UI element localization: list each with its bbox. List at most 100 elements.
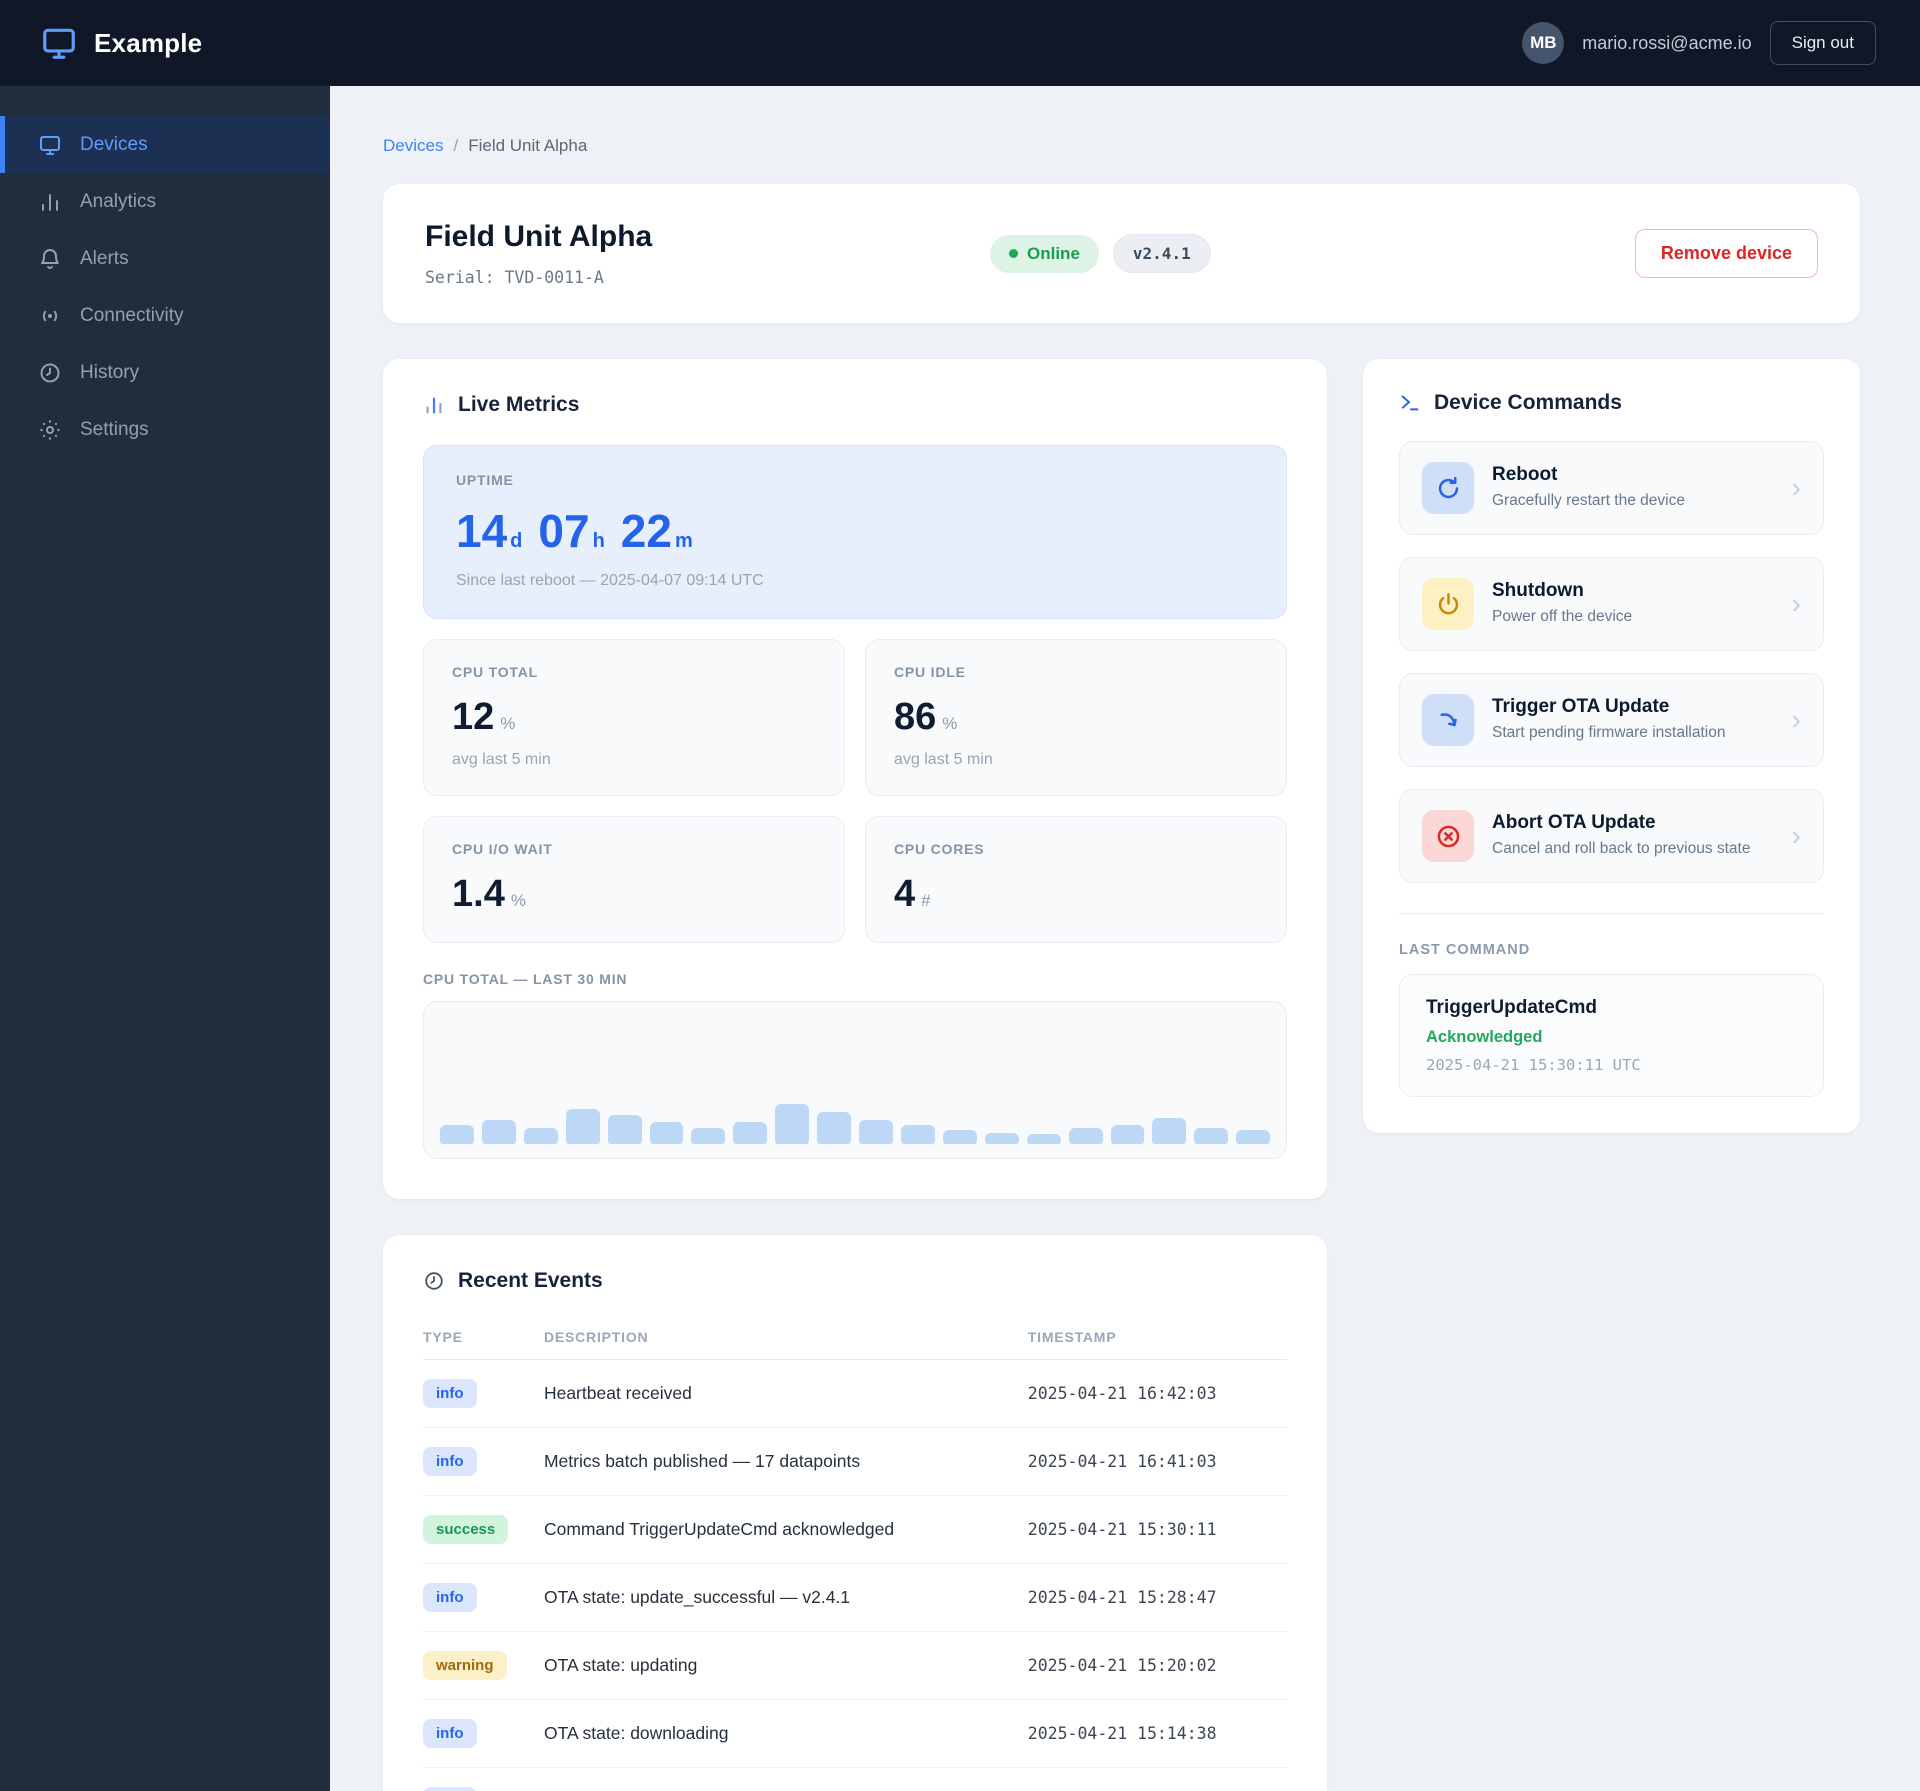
command-abort-ota[interactable]: Abort OTA Update Cancel and roll back to… (1399, 789, 1824, 883)
event-timestamp: 2025-04-21 16:41:03 (1027, 1427, 1287, 1496)
bell-icon (38, 247, 62, 271)
sidebar-item-devices[interactable]: Devices (0, 116, 330, 173)
chart-bar (481, 1120, 516, 1144)
command-trigger-ota[interactable]: Trigger OTA Update Start pending firmwar… (1399, 673, 1824, 767)
avatar[interactable]: MB (1522, 22, 1565, 64)
sidebar-item-label: Analytics (80, 190, 157, 212)
live-metrics-card: Live Metrics UPTIME 14 d 07 h 22 m Since last… (383, 359, 1327, 1199)
signal-icon (38, 304, 62, 328)
breadcrumb: Devices / Field Unit Alpha (383, 136, 1860, 156)
event-type-badge: success (423, 1515, 509, 1544)
sidebar-item-settings[interactable]: Settings (0, 401, 330, 458)
clock-icon (423, 1270, 445, 1292)
metric-tile-cpu-cores: CPU CORES 4 # (865, 816, 1287, 943)
chart-bar (1068, 1128, 1103, 1144)
chart-bar (440, 1124, 474, 1144)
uptime-subtext: Since last reboot — 2025-04-07 09:14 UTC (456, 572, 764, 589)
sidebar-item-alerts[interactable]: Alerts (0, 230, 330, 287)
command-shutdown[interactable]: Shutdown Power off the device › (1399, 557, 1824, 651)
metric-tile-cpu-total: CPU TOTAL 12% avg last 5 min (423, 639, 845, 796)
chart-bar (691, 1128, 726, 1144)
event-row: info Metrics batch published — 17 datapoi… (423, 1427, 1287, 1496)
chevron-right-icon: › (1791, 820, 1801, 851)
breadcrumb-devices-link[interactable]: Devices (383, 136, 443, 156)
event-description: OTA state: updating (543, 1631, 1028, 1700)
column-header-description: DESCRIPTION (543, 1315, 1028, 1360)
command-reboot[interactable]: Reboot Gracefully restart the device › (1399, 441, 1824, 535)
event-type-badge: warning (423, 1651, 507, 1680)
event-row: warning OTA state: updating 2025-04-21 15:… (423, 1631, 1287, 1700)
event-description: OTA state: update_available — v2.4.1 (544, 1768, 1028, 1791)
gear-icon (38, 418, 62, 442)
monitor-icon (38, 133, 62, 157)
event-row: info OTA state: downloading 2025-04-21 15:… (423, 1699, 1287, 1768)
bar-chart-icon (38, 190, 62, 214)
sidebar-item-analytics[interactable]: Analytics (0, 173, 330, 230)
events-table: TYPE DESCRIPTION TIMESTAMP info Heartbeat… (423, 1315, 1287, 1791)
recent-events-card: Recent Events TYPE DESCRIPTION TIMESTAMP… (383, 1235, 1327, 1791)
last-command-label: LAST COMMAND (1399, 942, 1531, 958)
event-timestamp: 2025-04-21 15:09:55 (1028, 1768, 1287, 1791)
event-row: info OTA state: update_available — v2.4.1… (423, 1768, 1287, 1791)
device-commands-card: Device Commands Reboot Gracefully restar… (1363, 359, 1860, 1133)
page-title: Field Unit Alpha (425, 220, 653, 253)
sidebar: Devices Analytics Alerts Connectivity Hi… (0, 86, 330, 1791)
event-type-badge: info (423, 1379, 477, 1408)
device-header-card: Field Unit Alpha Serial: TVD-0011-A Onli… (383, 184, 1860, 323)
column-header-timestamp: TIMESTAMP (1027, 1315, 1287, 1360)
metric-tile-cpu-iowait: CPU I/O WAIT 1.4% (423, 816, 845, 943)
breadcrumb-separator: / (453, 136, 459, 155)
chart-bar (775, 1104, 810, 1144)
device-serial: Serial: TVD-0011-A (425, 268, 604, 287)
last-command-tile: TriggerUpdateCmd Acknowledged 2025-04-21… (1399, 974, 1824, 1097)
event-description: Command TriggerUpdateCmd acknowledged (543, 1495, 1028, 1564)
breadcrumb-current: Field Unit Alpha (468, 136, 588, 155)
monitor-logo-icon (40, 24, 78, 62)
sidebar-item-history[interactable]: History (0, 344, 330, 401)
sidebar-item-connectivity[interactable]: Connectivity (0, 287, 330, 344)
uptime-label: UPTIME (456, 472, 514, 488)
topbar: Example MB mario.rossi@acme.io Sign out (0, 0, 1920, 86)
chart-bar (817, 1112, 852, 1144)
sidebar-item-label: Alerts (80, 247, 129, 269)
last-command-name: TriggerUpdateCmd (1426, 997, 1598, 1018)
event-timestamp: 2025-04-21 15:20:02 (1027, 1631, 1287, 1700)
last-command-status: Acknowledged (1426, 1028, 1543, 1046)
chart-bar (607, 1115, 642, 1144)
chart-bar (649, 1121, 684, 1144)
chart-bar (1152, 1118, 1187, 1144)
uptime-value: 14 d 07 h 22 m (456, 505, 693, 557)
remove-device-button[interactable]: Remove device (1634, 229, 1818, 278)
event-type-badge: info (423, 1787, 477, 1791)
events-body: info Heartbeat received 2025-04-21 16:42:0… (423, 1359, 1287, 1791)
abort-icon (1422, 810, 1474, 862)
event-timestamp: 2025-04-21 15:30:11 (1027, 1495, 1287, 1564)
event-timestamp: 2025-04-21 15:14:38 (1027, 1699, 1287, 1768)
event-type-badge: info (423, 1583, 477, 1612)
event-row: info OTA state: update_successful — v2.4.… (423, 1563, 1287, 1632)
chart-bar (733, 1121, 768, 1144)
chart-bar (1194, 1128, 1229, 1144)
chart-bar (984, 1132, 1019, 1144)
chart-bar (942, 1129, 977, 1144)
sign-out-button[interactable]: Sign out (1769, 21, 1876, 65)
terminal-icon (1399, 392, 1421, 414)
chart-bar (859, 1120, 893, 1144)
brand: Example (40, 24, 202, 62)
reboot-icon (1422, 462, 1474, 514)
live-metrics-title: Live Metrics (458, 393, 580, 416)
firmware-version-badge: v2.4.1 (1112, 234, 1211, 273)
ota-arrow-icon (1422, 694, 1474, 746)
status-badge: Online (990, 234, 1099, 273)
metric-tile-cpu-idle: CPU IDLE 86% avg last 5 min (865, 639, 1287, 796)
chevron-right-icon: › (1791, 472, 1801, 503)
event-type-badge: info (423, 1719, 477, 1748)
cpu-chart (423, 1001, 1287, 1159)
sidebar-item-label: Settings (80, 418, 149, 440)
chart-bar (900, 1124, 935, 1144)
chart-bar (565, 1108, 600, 1144)
last-command-timestamp: 2025-04-21 15:30:11 UTC (1426, 1056, 1641, 1074)
chart-bar (523, 1128, 558, 1144)
cpu-chart-label: CPU TOTAL — LAST 30 MIN (423, 971, 628, 987)
device-commands-title: Device Commands (1434, 391, 1622, 414)
